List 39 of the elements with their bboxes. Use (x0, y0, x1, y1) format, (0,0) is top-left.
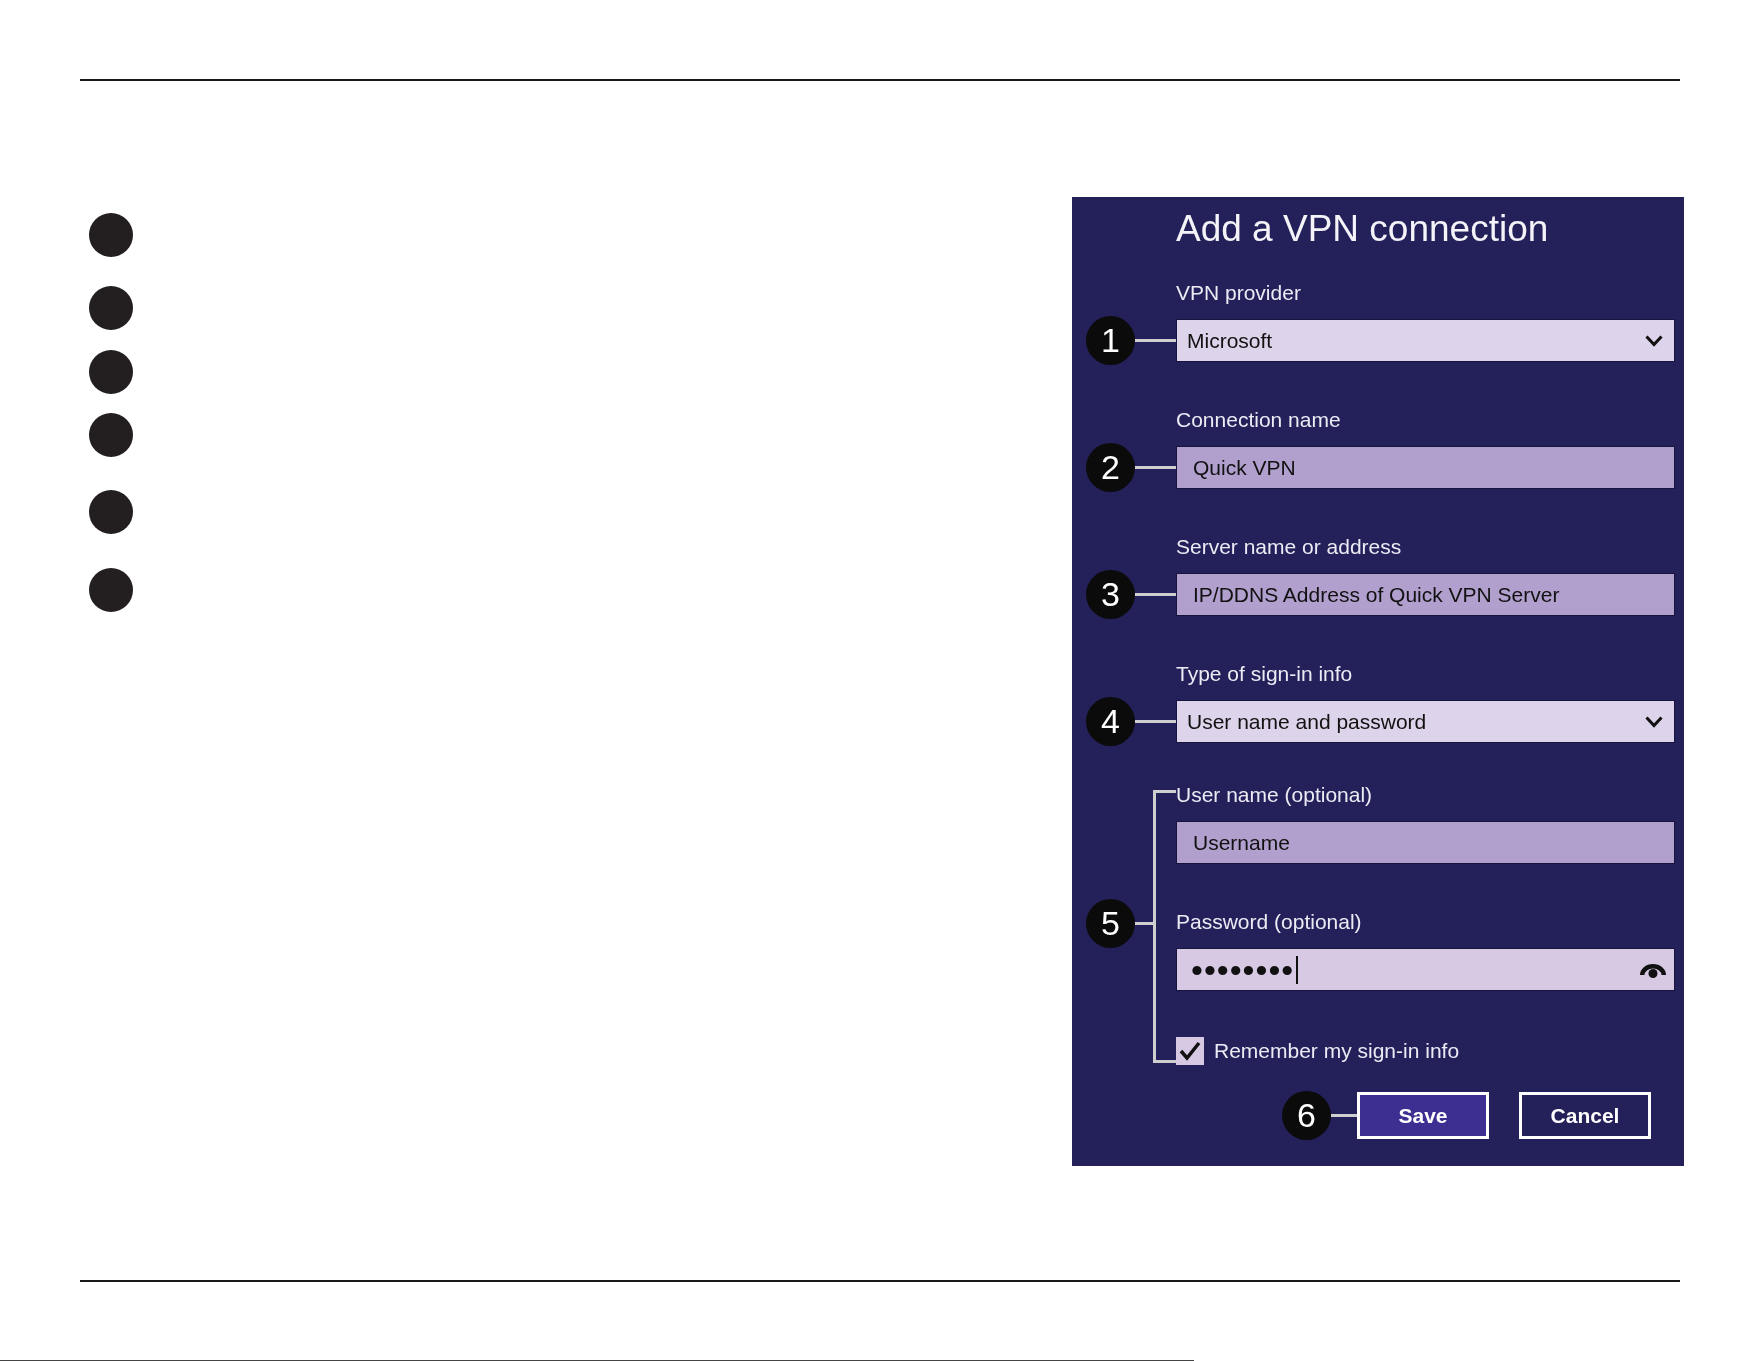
bullet-icon (89, 490, 133, 534)
bullet-icon (89, 413, 133, 457)
bullet-icon (89, 568, 133, 612)
dropdown[interactable]: User name and password (1176, 700, 1675, 743)
save-button[interactable]: Save (1357, 1092, 1489, 1139)
leader-line (1135, 720, 1176, 723)
chevron-down-icon (1645, 715, 1663, 728)
field-label: Password (optional) (1176, 909, 1363, 935)
cancel-button[interactable]: Cancel (1519, 1092, 1651, 1139)
callout-number: 2 (1086, 443, 1135, 492)
field-label: VPN provider (1176, 280, 1302, 306)
dropdown[interactable]: Microsoft (1176, 319, 1675, 362)
callout-number: 5 (1086, 899, 1135, 948)
field-label: Connection name (1176, 407, 1342, 433)
callout-number: 4 (1086, 697, 1135, 746)
text-field[interactable]: Quick VPN (1176, 446, 1675, 489)
text-field[interactable]: IP/DDNS Address of Quick VPN Server (1176, 573, 1675, 616)
checkbox-label: Remember my sign-in info (1214, 1039, 1460, 1063)
leader-line (1135, 339, 1176, 342)
callout-number: 1 (1086, 316, 1135, 365)
password-field[interactable]: •••••••• (1176, 948, 1675, 991)
eye-icon[interactable] (1640, 961, 1666, 978)
leader-line (1331, 1114, 1357, 1117)
field-label: User name (optional) (1176, 782, 1374, 808)
leader-line (1135, 922, 1153, 925)
field-label: Server name or address (1176, 534, 1403, 560)
chevron-down-icon (1645, 334, 1663, 347)
dialog-title: Add a VPN connection (1176, 207, 1550, 251)
bullet-icon (89, 213, 133, 257)
leader-line (1135, 593, 1176, 596)
field-label: Type of sign-in info (1176, 661, 1354, 687)
bullet-icon (89, 350, 133, 394)
bullet-icon (89, 286, 133, 330)
text-field[interactable]: Username (1176, 821, 1675, 864)
callout-number: 3 (1086, 570, 1135, 619)
callout-number: 6 (1282, 1091, 1331, 1140)
text-cursor-icon (1296, 955, 1299, 984)
leader-line (1135, 466, 1176, 469)
checkbox[interactable] (1176, 1037, 1204, 1065)
